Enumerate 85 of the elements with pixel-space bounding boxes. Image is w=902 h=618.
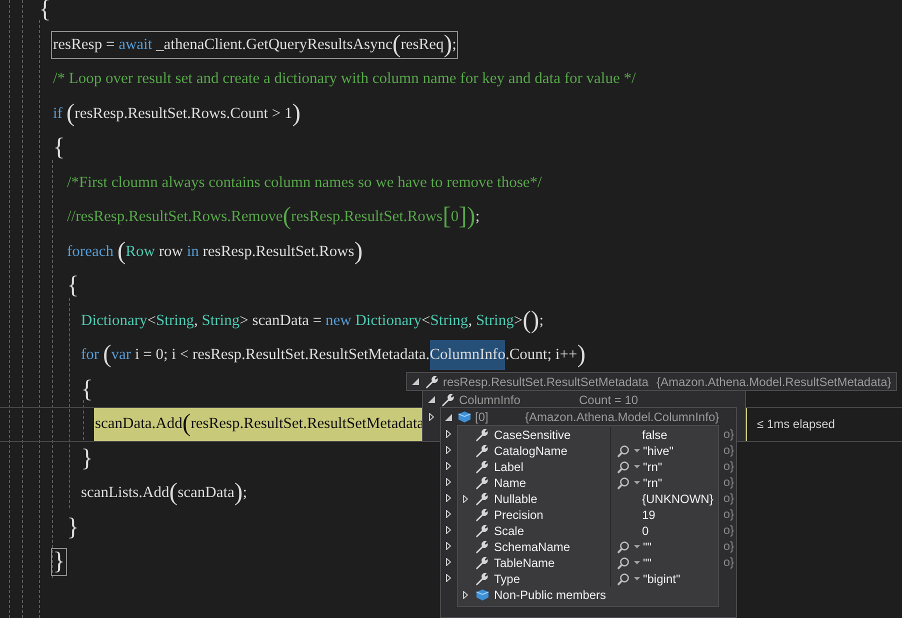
code-line: } (52, 549, 66, 576)
property-name[interactable]: CatalogName (494, 444, 568, 458)
caret-icon[interactable] (634, 481, 640, 485)
property-value: o} (723, 539, 734, 553)
code-line: /* Loop over result set and create a dictionary with column name for key and data for value */ (52, 69, 637, 90)
wrench-icon (475, 444, 489, 458)
code-line: { (52, 135, 66, 162)
code-line: { (38, 0, 52, 24)
property-value: "rn" (643, 476, 662, 490)
wrench-icon (475, 428, 489, 442)
search-icon[interactable] (617, 444, 630, 458)
property-name[interactable]: Non-Public members (494, 588, 606, 602)
property-name[interactable]: SchemaName (494, 540, 570, 554)
property-value: "" (643, 540, 652, 554)
property-value: o} (723, 427, 734, 441)
property-value: o} (723, 491, 734, 505)
wrench-icon (441, 392, 455, 406)
property-value: o} (723, 523, 734, 537)
property-name[interactable]: Name (494, 476, 526, 490)
code-line: { (66, 273, 80, 300)
caret-icon[interactable] (634, 577, 640, 581)
cube-icon (476, 589, 488, 601)
datatip-expression: resResp.ResultSet.ResultSetMetadata (443, 374, 648, 388)
property-value: false (642, 428, 668, 442)
collapsed-triangle-icon[interactable] (428, 412, 434, 420)
property-value: o} (723, 475, 734, 489)
property-value: "hive" (643, 444, 674, 458)
code-line: { (80, 376, 94, 403)
elapsed-time-label: ≤ 1ms elapsed (757, 417, 835, 431)
code-line: } (80, 446, 94, 472)
search-icon[interactable] (617, 572, 630, 586)
caret-icon[interactable] (634, 449, 640, 453)
expanded-triangle-icon[interactable] (412, 378, 418, 385)
wrench-icon (475, 556, 489, 570)
property-name[interactable]: TableName (494, 556, 555, 570)
wrench-icon (475, 508, 489, 522)
expanded-triangle-icon[interactable] (428, 396, 434, 403)
wrench-icon (475, 460, 489, 474)
wrench-icon (475, 524, 489, 538)
property-value: o} (723, 443, 734, 457)
property-name[interactable]: Scale (494, 524, 524, 538)
property-name[interactable]: Type (494, 572, 520, 586)
code-line: } (66, 514, 80, 541)
code-line: //resResp.ResultSet.Rows.Remove(resResp.ResultSet.Rows[0]); (66, 204, 481, 230)
property-value: 0 (642, 524, 649, 538)
wrench-icon (475, 540, 489, 554)
code-line: Dictionary<String, String> scanData = new Dictionary<String, String>(); (80, 308, 545, 334)
caret-icon[interactable] (634, 465, 640, 469)
wrench-icon (475, 572, 489, 586)
wrench-icon (425, 374, 439, 388)
code-line: if(resResp.ResultSet.Rows.Count > 1) (52, 100, 302, 127)
search-icon[interactable] (617, 460, 630, 474)
property-value: {UNKNOWN} (642, 492, 714, 506)
collapsed-triangle-icon[interactable] (462, 495, 468, 503)
search-icon[interactable] (617, 476, 630, 490)
property-value: {Amazon.Athena.Model.ColumnInfo} (525, 410, 720, 424)
property-value: o} (723, 555, 734, 569)
wrench-icon (475, 476, 489, 490)
datatip-value: {Amazon.Athena.Model.ResultSetMetadata} (656, 374, 892, 388)
property-name[interactable]: Nullable (494, 492, 538, 506)
caret-icon[interactable] (634, 545, 640, 549)
code-line: /*First cloumn always contains column names so we have to remove those*/ (66, 172, 543, 193)
property-value: o} (723, 459, 734, 473)
code-line: resResp = await _athenaClient.GetQueryResultsAsync(resReq); (52, 32, 458, 58)
code-line: foreach(Row row in resResp.ResultSet.Rows) (66, 238, 364, 265)
code-line: scanLists.Add(scanData); (80, 480, 248, 506)
property-value: "bigint" (643, 572, 680, 586)
property-name[interactable]: CaseSensitive (494, 428, 571, 442)
wrench-icon (475, 492, 489, 506)
property-name[interactable]: ColumnInfo (459, 392, 579, 406)
property-name[interactable]: [0] (475, 410, 525, 424)
property-value: Count = 10 (579, 392, 638, 406)
expanded-triangle-icon[interactable] (444, 414, 452, 420)
caret-icon[interactable] (634, 561, 640, 565)
property-value: 19 (642, 508, 656, 522)
property-value: "" (643, 556, 652, 570)
property-value: o} (723, 507, 734, 521)
property-name[interactable]: Label (494, 460, 524, 474)
property-name[interactable]: Precision (494, 508, 544, 522)
cube-icon (458, 411, 470, 423)
collapsed-triangle-icon[interactable] (462, 591, 468, 599)
search-icon[interactable] (617, 556, 630, 570)
property-value: "rn" (643, 460, 662, 474)
code-line: for(var i = 0; i < resResp.ResultSet.ResultSetMetadata.ColumnInfo.Count; i++) (80, 342, 587, 368)
search-icon[interactable] (617, 540, 630, 554)
